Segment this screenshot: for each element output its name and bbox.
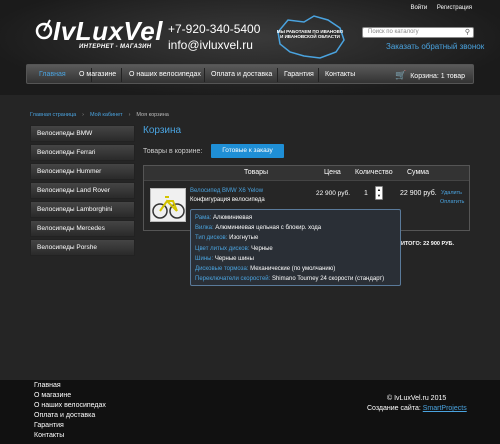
header-cart[interactable]: 🛒 Корзина: 1 товар — [395, 65, 465, 85]
region-map-text: МЫ РАБОТАЕМ ПО ИВАНОВО И ИВАНОВСКОЙ ОБЛА… — [276, 29, 344, 39]
page-title: Корзина — [143, 125, 182, 136]
config-row: Тип дисков: Изогнутые — [195, 233, 396, 243]
footer-link-about[interactable]: О магазине — [34, 392, 71, 399]
breadcrumb-current: Моя корзина — [136, 112, 169, 118]
sidebar-item-bmw[interactable]: Велосипеды BMW — [30, 125, 135, 142]
login-link[interactable]: Войти — [410, 5, 427, 11]
made-by-label: Создание сайта: — [367, 405, 421, 412]
config-key: Рама: — [195, 215, 212, 221]
config-row: Переключатели скоростей: Shimano Tourney… — [195, 274, 396, 284]
nav-item-delivery[interactable]: Оплата и доставка — [205, 65, 278, 85]
breadcrumb-home[interactable]: Главная страница — [30, 112, 76, 118]
product-thumbnail[interactable] — [150, 188, 186, 222]
quantity-stepper[interactable]: ▲ ▼ — [375, 186, 383, 200]
config-value: Алюминиевая цельная с блокир. хода — [215, 225, 322, 232]
config-row: Цвет литых дисков: Черные — [195, 244, 396, 254]
category-sidebar: Велосипеды BMW Велосипеды Ferrari Велоси… — [30, 125, 135, 258]
config-key: Дисковые тормоза: — [195, 266, 249, 273]
nav-item-bikes[interactable]: О наших велосипедах — [123, 65, 207, 85]
sidebar-item-land-rover[interactable]: Велосипеды Land Rover — [30, 182, 135, 199]
config-key: Переключатели скоростей: — [195, 276, 271, 283]
pay-item-link[interactable]: Оплатить — [440, 199, 464, 205]
account-links: Войти Регистрация — [402, 5, 472, 11]
site-footer: Главная О магазине О наших велосипедах О… — [0, 380, 500, 444]
sidebar-item-hummer[interactable]: Велосипеды Hummer — [30, 163, 135, 180]
product-name-link[interactable]: Велосипед BMW X6 Yelow — [190, 188, 263, 194]
config-value: Черные шины — [214, 255, 254, 262]
nav-item-home[interactable]: Главная — [33, 65, 72, 85]
config-value: Изогнутые — [229, 235, 259, 242]
product-sum: 22 900 руб. — [400, 190, 437, 197]
site-header: IvLuxVel ИНТЕРНЕТ - МАГАЗИН +7-920-340-5… — [0, 0, 500, 95]
product-quantity: 1 — [364, 190, 368, 197]
sidebar-item-mercedes[interactable]: Велосипеды Mercedes — [30, 220, 135, 237]
region-map: МЫ РАБОТАЕМ ПО ИВАНОВО И ИВАНОВСКОЙ ОБЛА… — [270, 12, 350, 62]
sidebar-item-porshe[interactable]: Велосипеды Porshe — [30, 239, 135, 256]
config-row: Шины: Черные шины — [195, 254, 396, 264]
cart-total: ИТОГО: 22 900 РУБ. — [401, 241, 454, 247]
footer-link-bikes[interactable]: О наших велосипедах — [34, 402, 106, 409]
logo-text: IvLuxVel — [53, 16, 163, 46]
product-config-label[interactable]: Конфигурация велосипеда — [190, 197, 265, 203]
footer-link-home[interactable]: Главная — [34, 382, 61, 389]
email-address[interactable]: info@ivluxvel.ru — [168, 38, 253, 52]
made-by-link[interactable]: SmartProjects — [423, 405, 467, 412]
search-icon[interactable]: ⚲ — [465, 28, 470, 36]
config-key: Цвет литых дисков: — [195, 245, 250, 252]
nav-item-about[interactable]: О магазине — [73, 65, 122, 85]
breadcrumb-separator: › — [128, 112, 131, 118]
nav-item-warranty[interactable]: Гарантия — [278, 65, 320, 85]
breadcrumb-separator: › — [82, 112, 85, 118]
column-header-qty: Количество — [355, 169, 393, 176]
breadcrumb-cabinet[interactable]: Мой кабинет — [90, 112, 123, 118]
config-value: Shimano Tourney 24 скорости (стандарт) — [271, 276, 385, 283]
footer-link-warranty[interactable]: Гарантия — [34, 422, 64, 429]
footer-link-contacts[interactable]: Контакты — [34, 432, 64, 439]
search-placeholder: Поиск по каталогу — [368, 29, 419, 35]
logo-tagline: ИНТЕРНЕТ - МАГАЗИН — [79, 44, 152, 50]
sidebar-item-ferrari[interactable]: Велосипеды Ferrari — [30, 144, 135, 161]
delete-item-link[interactable]: Удалить — [441, 190, 462, 196]
config-value: Механические (по умолчанию) — [250, 266, 336, 273]
cart-table-header: Товары Цена Количество Сумма — [144, 166, 469, 181]
copyright: © IvLuxVel.ru 2015 — [387, 395, 447, 402]
nav-item-contacts[interactable]: Контакты — [319, 65, 361, 85]
ready-to-order-button[interactable]: Готовые к заказу — [211, 144, 284, 158]
phone-number: +7-920-340-5400 — [168, 22, 261, 36]
search-input[interactable]: Поиск по каталогу ⚲ — [362, 27, 474, 38]
config-row: Дисковые тормоза: Механические (по умолч… — [195, 264, 396, 274]
footer-link-delivery[interactable]: Оплата и доставка — [34, 412, 95, 419]
config-tooltip: Рама: Алюминиевая Вилка: Алюминиевая цел… — [190, 209, 401, 286]
register-link[interactable]: Регистрация — [437, 5, 472, 11]
site-logo[interactable]: IvLuxVel ИНТЕРНЕТ - МАГАЗИН — [35, 12, 162, 52]
config-value: Алюминиевая — [212, 215, 253, 221]
quantity-down-icon[interactable]: ▼ — [376, 193, 382, 199]
config-key: Тип дисков: — [195, 235, 228, 242]
config-key: Вилка: — [195, 225, 214, 232]
breadcrumb: Главная страница › Мой кабинет › Моя корзина — [30, 112, 169, 118]
nav-divider — [121, 68, 122, 82]
product-price: 22 900 руб. — [316, 190, 351, 197]
cart-items-label: Товары в корзине: — [143, 148, 203, 155]
config-row: Рама: Алюминиевая — [195, 213, 396, 223]
sidebar-item-lamborghini[interactable]: Велосипеды Lamborghini — [30, 201, 135, 218]
column-header-goods: Товары — [244, 169, 269, 176]
column-header-price: Цена — [324, 169, 341, 176]
config-value: Черные — [251, 245, 273, 252]
made-by: Создание сайта: SmartProjects — [367, 405, 467, 412]
config-key: Шины: — [195, 255, 214, 262]
cart-count-label: Корзина: 1 товар — [410, 73, 466, 80]
cart-icon: 🛒 — [395, 70, 407, 80]
config-row: Вилка: Алюминиевая цельная с блокир. ход… — [195, 223, 396, 233]
column-header-sum: Сумма — [407, 169, 429, 176]
callback-link[interactable]: Заказать обратный звонок — [386, 42, 484, 51]
bicycle-image — [152, 196, 185, 219]
main-nav: Главная О магазине О наших велосипедах О… — [26, 64, 474, 84]
bicycle-logo-icon — [35, 19, 53, 40]
